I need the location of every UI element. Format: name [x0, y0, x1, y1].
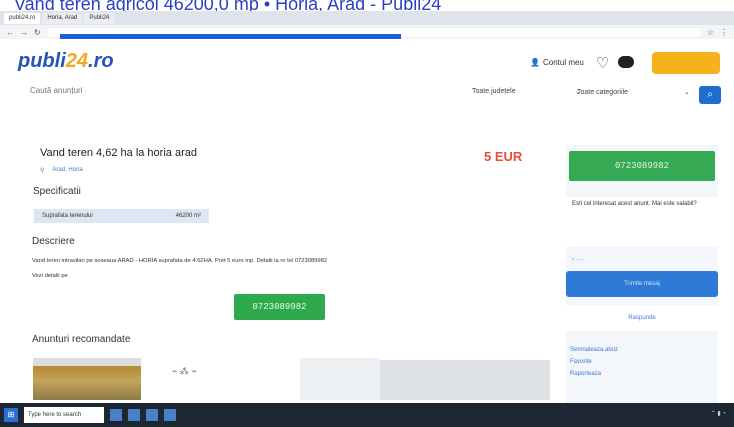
site-header: publi24.ro 👤 Contul meu ♡ — [0, 42, 734, 82]
recommended-ad-thumbnail[interactable] — [33, 358, 141, 400]
recommended-ad-thumbnail[interactable]: ⌁ ⁂ ⌁ — [172, 366, 197, 377]
ad-meta: ⚲ Arad, Horia — [40, 167, 83, 174]
chevron-down-icon: ⌄ — [684, 89, 690, 96]
user-icon: 👤 — [530, 58, 540, 67]
sidebar-links: Semnaleaza abuz Favorite Raporteaza — [570, 347, 618, 377]
send-message-button[interactable]: Trimite mesaj — [566, 271, 718, 297]
forward-icon[interactable]: → — [20, 28, 28, 37]
browser-tab[interactable]: Publi24 — [84, 12, 115, 24]
specifications-heading: Specificatii — [33, 186, 81, 197]
category-nav — [0, 111, 734, 123]
post-ad-button[interactable] — [652, 52, 720, 74]
taskbar-app-icon[interactable] — [146, 409, 158, 421]
spec-row: Suprafata terenului 46200 m² — [34, 209, 209, 223]
start-menu-icon[interactable]: ⊞ — [4, 408, 18, 422]
location-pin-icon: ⚲ — [40, 168, 45, 174]
search-row: Toate județele ⌄ Toate categoriile ⌄ ⌕ — [0, 84, 734, 106]
search-icon: ⌕ — [707, 89, 713, 100]
site-logo[interactable]: publi24.ro — [18, 50, 114, 73]
recommended-heading: Anunturi recomandate — [32, 334, 131, 345]
spec-label: Suprafata terenului — [42, 213, 93, 219]
browser-tab[interactable]: publi24.ro — [4, 12, 41, 24]
account-link[interactable]: 👤 Contul meu — [530, 58, 584, 67]
search-input[interactable] — [30, 86, 450, 95]
menu-icon[interactable]: ⋮ — [720, 28, 728, 37]
ad-price: 5 EUR — [484, 149, 523, 164]
favorite-link[interactable]: Favorite — [570, 359, 618, 365]
recommended-ad-thumbnail[interactable] — [380, 360, 550, 400]
message-preset-text: Esti cel interesat acest anunt. Mai este… — [572, 201, 697, 207]
message-preset[interactable]: Esti cel interesat acest anunt. Mai este… — [566, 197, 718, 247]
contact-sidebar: 0723089982 Esti cel interesat acest anun… — [566, 145, 718, 410]
category-select[interactable]: Toate categoriile — [577, 89, 628, 96]
ad-title: Vand teren 4,62 ha la horia arad — [40, 147, 197, 159]
recommended-ad-thumbnail[interactable] — [300, 358, 380, 400]
description-link-line: Vezi detalii pe — [32, 273, 68, 279]
seller-link[interactable]: › ···· — [572, 257, 584, 263]
sidebar-phone-button[interactable]: 0723089982 — [569, 151, 715, 181]
taskbar-app-icon[interactable] — [110, 409, 122, 421]
browser-tab-bar: publi24.ro Horia, Arad Publi24 — [0, 11, 734, 25]
ad-location-link[interactable]: Arad, Horia — [52, 167, 82, 174]
phone-number-button[interactable]: 0723089982 — [234, 294, 325, 320]
os-taskbar: ⊞ Type here to search ⌃ ▮ ◔ — [0, 403, 734, 427]
report-link[interactable]: Raporteaza — [570, 371, 618, 377]
star-icon[interactable]: ☆ — [707, 28, 714, 37]
search-button[interactable]: ⌕ — [699, 86, 721, 104]
taskbar-search[interactable]: Type here to search — [24, 407, 104, 423]
system-tray[interactable]: ⌃ ▮ ◔ — [711, 410, 726, 417]
description-heading: Descriere — [32, 236, 75, 247]
browser-tab[interactable]: Horia, Arad — [42, 12, 83, 24]
report-abuse-link[interactable]: Semnaleaza abuz — [570, 347, 618, 353]
spec-value: 46200 m² — [175, 213, 201, 219]
page-load-progress — [60, 34, 401, 39]
location-select[interactable]: Toate județele — [472, 88, 516, 95]
back-icon[interactable]: ← — [6, 28, 14, 37]
desc-link-prefix: Vezi detalii pe — [32, 273, 68, 279]
taskbar-app-icon[interactable] — [164, 409, 176, 421]
reload-icon[interactable]: ↻ — [34, 28, 41, 37]
account-label: Contul meu — [542, 58, 584, 67]
chat-icon[interactable] — [618, 56, 634, 68]
description-text: Vand teren intravilan pe soseaua ARAD - … — [32, 258, 328, 264]
reply-button[interactable]: Raspunde — [566, 305, 718, 331]
taskbar-app-icon[interactable] — [128, 409, 140, 421]
favorites-heart-icon[interactable]: ♡ — [596, 54, 609, 72]
